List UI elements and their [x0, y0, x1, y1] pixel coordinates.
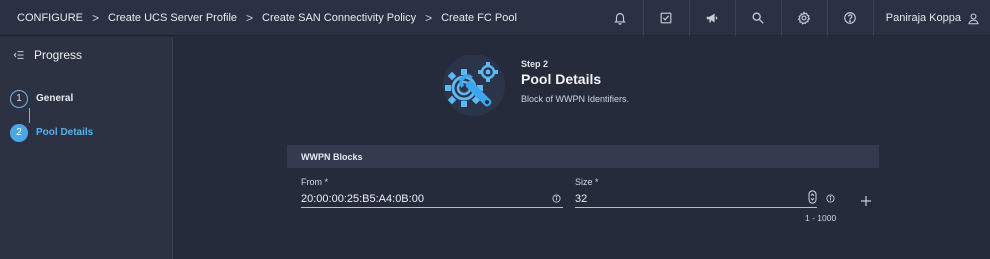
- from-label: From *: [301, 177, 328, 187]
- progress-sidebar: Progress 1 General 2 Pool Details: [0, 37, 173, 259]
- help-icon: [844, 12, 857, 24]
- add-block-plus-icon[interactable]: [860, 195, 872, 207]
- stepper-icon[interactable]: [808, 190, 817, 204]
- top-bar: CONFIGURE > Create UCS Server Profile > …: [0, 0, 990, 36]
- step-number: 2: [10, 123, 28, 142]
- notifications-button[interactable]: [597, 0, 643, 36]
- step-pool-details[interactable]: 2 Pool Details: [10, 123, 172, 142]
- collapse-list-icon[interactable]: [13, 49, 25, 61]
- gears-wrench-icon: [443, 55, 505, 116]
- checklist-icon: [660, 12, 672, 24]
- breadcrumb-item-san-policy[interactable]: Create SAN Connectivity Policy: [262, 12, 416, 24]
- search-button[interactable]: [734, 0, 781, 36]
- size-info-icon[interactable]: [826, 194, 835, 203]
- announcements-button[interactable]: [688, 0, 735, 36]
- wwpn-blocks-header: WWPN Blocks: [287, 145, 879, 168]
- step-label: General: [36, 93, 74, 104]
- breadcrumb: CONFIGURE > Create UCS Server Profile > …: [0, 11, 517, 25]
- from-info-icon[interactable]: [552, 194, 561, 203]
- main-content: Step 2 Pool Details Block of WWPN Identi…: [174, 37, 990, 259]
- step-connector: [28, 108, 30, 123]
- size-range-hint: 1 - 1000: [805, 213, 837, 223]
- from-field[interactable]: 20:00:00:25:B5:A4:0B:00: [301, 190, 563, 208]
- page-title: Pool Details: [521, 71, 602, 87]
- size-label: Size *: [575, 177, 599, 187]
- gear-icon: [797, 11, 811, 25]
- breadcrumb-separator: >: [246, 10, 254, 25]
- tasks-button[interactable]: [642, 0, 689, 36]
- from-value: 20:00:00:25:B5:A4:0B:00: [301, 192, 424, 205]
- step-general[interactable]: 1 General: [10, 89, 172, 123]
- step-indicator: Step 2: [521, 59, 549, 69]
- help-button[interactable]: [826, 0, 873, 36]
- breadcrumb-separator: >: [425, 10, 433, 25]
- breadcrumb-item-configure[interactable]: CONFIGURE: [17, 12, 83, 24]
- user-name: Paniraja Koppa: [885, 12, 961, 24]
- search-icon: [752, 12, 764, 24]
- progress-header: Progress: [0, 37, 172, 73]
- bell-icon: [614, 13, 626, 25]
- progress-title: Progress: [34, 48, 83, 62]
- megaphone-icon: [707, 13, 718, 23]
- breadcrumb-item-fc-pool: Create FC Pool: [441, 11, 517, 24]
- wwpn-blocks-title: WWPN Blocks: [301, 151, 363, 162]
- step-number: 1: [10, 89, 28, 108]
- size-field[interactable]: 32: [575, 190, 817, 208]
- user-menu[interactable]: Paniraja Koppa: [872, 0, 990, 36]
- settings-button[interactable]: [780, 0, 827, 36]
- user-icon: [968, 13, 979, 24]
- step-label: Pool Details: [36, 127, 94, 138]
- page-description: Block of WWPN Identifiers.: [521, 94, 630, 104]
- breadcrumb-separator: >: [92, 10, 100, 25]
- size-value: 32: [575, 192, 588, 205]
- top-icons: Paniraja Koppa: [597, 0, 990, 36]
- wizard-steps: 1 General 2 Pool Details: [0, 89, 172, 142]
- breadcrumb-item-server-profile[interactable]: Create UCS Server Profile: [108, 12, 237, 24]
